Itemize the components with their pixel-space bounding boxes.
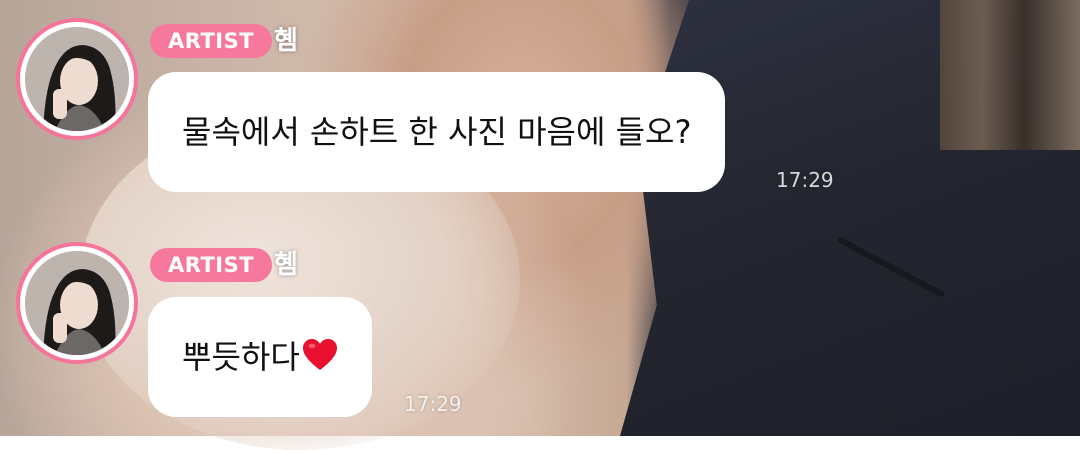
sender-name: 혬 bbox=[274, 26, 298, 56]
artist-badge: ARTIST bbox=[150, 248, 273, 282]
message-bubble[interactable]: 물속에서 손하트 한 사진 마음에 들오? bbox=[148, 72, 726, 192]
sender-name: 혬 bbox=[274, 250, 298, 280]
background-trees bbox=[940, 0, 1080, 150]
avatar[interactable] bbox=[16, 18, 138, 140]
message-time: 17:29 bbox=[776, 168, 834, 192]
artist-badge: ARTIST bbox=[150, 24, 273, 58]
message-bubble[interactable]: 뿌듯하다 bbox=[148, 297, 372, 417]
avatar[interactable] bbox=[16, 242, 138, 364]
message-text: 물속에서 손하트 한 사진 마음에 들오? bbox=[182, 113, 692, 151]
message-time: 17:29 bbox=[404, 392, 462, 416]
avatar-photo bbox=[25, 251, 129, 355]
avatar-photo bbox=[25, 27, 129, 131]
message-text: 뿌듯하다 bbox=[182, 338, 300, 376]
heart-icon bbox=[302, 301, 338, 370]
